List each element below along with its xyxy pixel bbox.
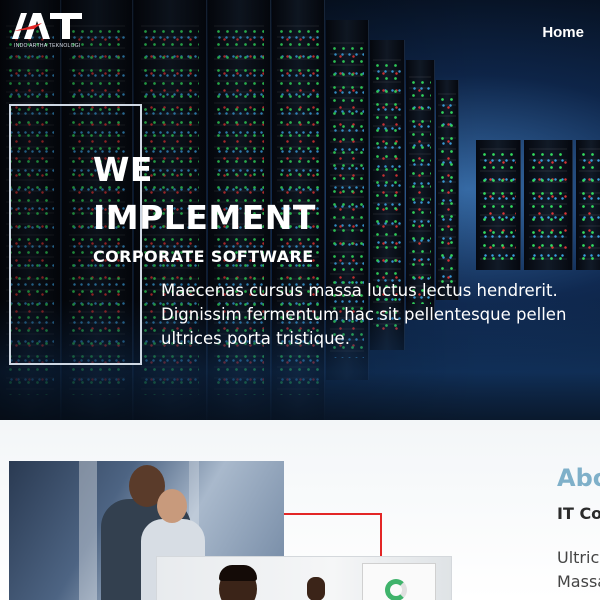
hero-description: Maecenas cursus massa luctus lectus hend… bbox=[161, 279, 600, 351]
about-text-line: Massa bbox=[557, 572, 600, 591]
hero-description-line: Dignissim fermentum hac sit pellentesque… bbox=[161, 305, 567, 324]
hero-description-line: ultrices porta tristique. bbox=[161, 329, 350, 348]
logo-tagline: INDO ARTHA TEKNOLOGI bbox=[14, 43, 81, 49]
hero-section: INDO ARTHA TEKNOLOGI Home WE IMPLEMENT C… bbox=[0, 0, 600, 420]
logo-mark-icon bbox=[12, 13, 82, 39]
hero-description-line: Maecenas cursus massa luctus lectus hend… bbox=[161, 281, 558, 300]
hero-heading-line2: IMPLEMENT bbox=[93, 198, 316, 237]
nav-home-link[interactable]: Home bbox=[542, 24, 584, 41]
about-text: Ultric Massa bbox=[557, 546, 600, 594]
hero-heading-line1: WE bbox=[93, 150, 153, 189]
about-text-line: Ultric bbox=[557, 548, 600, 567]
about-section: Abo IT Co Ultric Massa bbox=[0, 420, 600, 600]
about-title: Abo bbox=[557, 464, 600, 492]
about-subtitle: IT Co bbox=[557, 504, 600, 523]
hero-subtitle: CORPORATE SOFTWARE bbox=[93, 247, 314, 266]
company-logo[interactable]: INDO ARTHA TEKNOLOGI bbox=[12, 13, 82, 49]
team-photo-meeting bbox=[156, 556, 452, 600]
